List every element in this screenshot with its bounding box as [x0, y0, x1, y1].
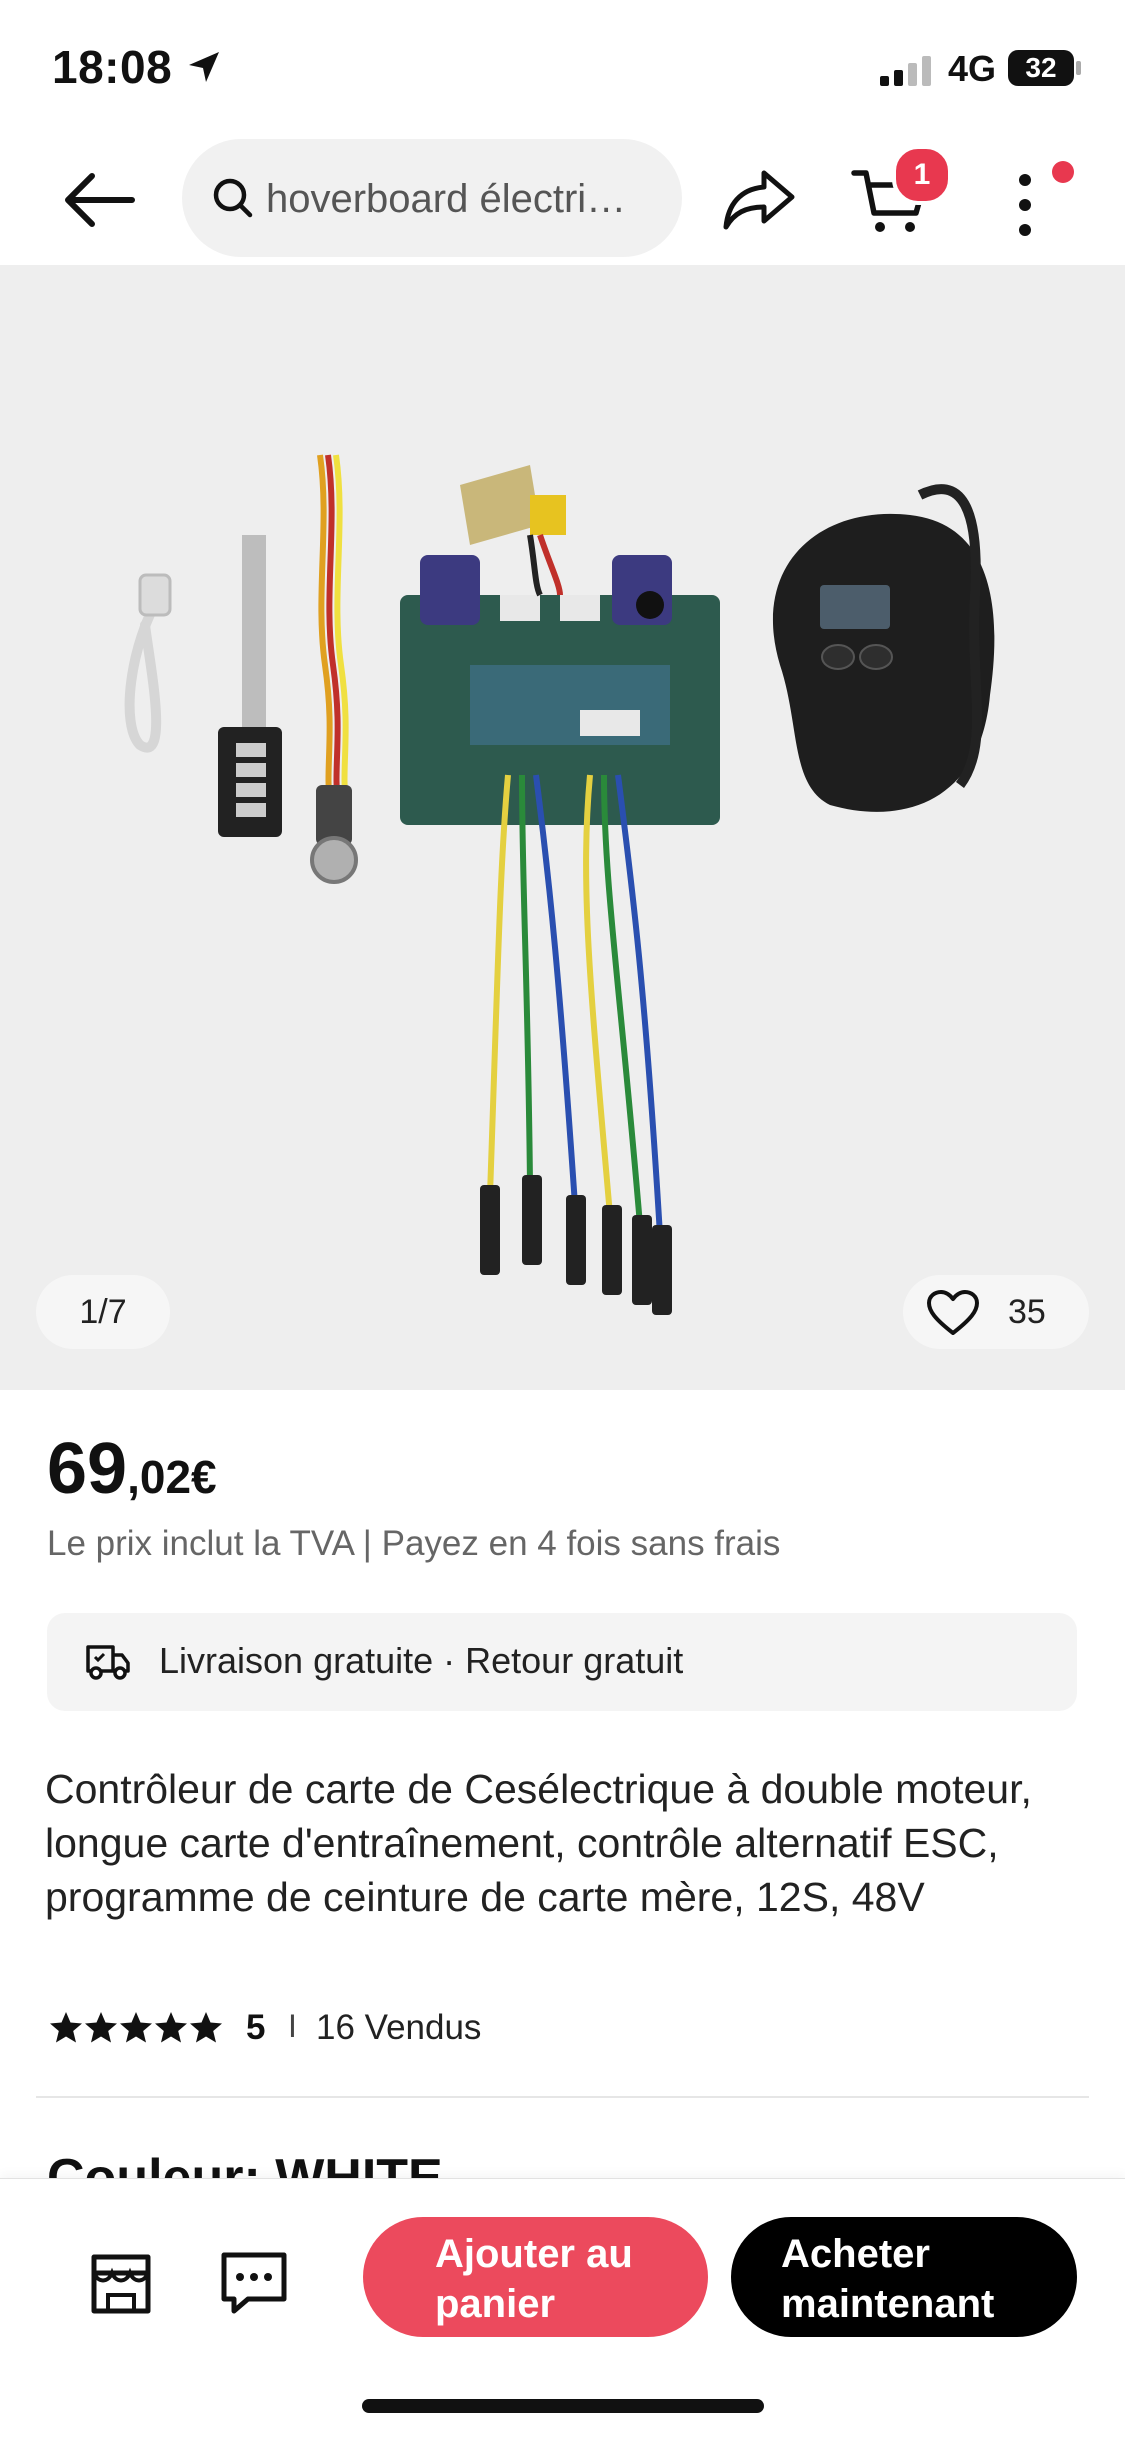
product-image-gallery[interactable]: 1/7 35 [0, 265, 1125, 1390]
status-time: 18:08 [52, 41, 173, 93]
home-indicator [362, 2399, 764, 2413]
search-query: hoverboard électri… [266, 177, 627, 221]
shipping-info[interactable]: Livraison gratuite · Retour gratuit [47, 1613, 1077, 1711]
top-nav: hoverboard électri… 1 [0, 135, 1125, 265]
image-counter: 1/7 [36, 1275, 170, 1349]
truck-icon [86, 1645, 130, 1680]
price-note: Le prix inclut la TVA | Payez en 4 fois … [47, 1524, 781, 1563]
store-icon[interactable] [86, 2249, 156, 2319]
rating-stars-icon [50, 2012, 222, 2043]
sold-count: 16 Vendus [316, 2008, 482, 2047]
product-image [124, 454, 995, 1315]
motor-wires-image [487, 774, 663, 1236]
buy-now-button[interactable]: Acheter maintenant [731, 2217, 1077, 2337]
battery-indicator-image [218, 535, 282, 837]
price-decimal: ,02€ [127, 1451, 217, 1503]
rating-separator: I [288, 2008, 297, 2044]
wishlist-button[interactable]: 35 [903, 1275, 1089, 1349]
wire-connectors-image [480, 1175, 672, 1315]
buy-now-label: Acheter maintenant [781, 2232, 995, 2326]
price-integer: 69 [47, 1429, 128, 1509]
share-icon[interactable] [720, 167, 798, 233]
status-bar: 18:08 4G 32 [0, 0, 1125, 135]
add-to-cart-button[interactable]: Ajouter au panier [363, 2217, 708, 2337]
rating-value: 5 [246, 2008, 266, 2047]
more-options-icon[interactable] [1005, 170, 1045, 240]
price: 69,02€ [47, 1428, 217, 1510]
usb-cable-image [124, 573, 172, 753]
likes-count: 35 [1008, 1293, 1046, 1331]
controller-board-image [400, 465, 720, 825]
heart-icon [927, 1290, 979, 1335]
shipping-text: Livraison gratuite · Retour gratuit [159, 1640, 684, 1681]
chat-icon[interactable] [218, 2247, 290, 2319]
divider [36, 2096, 1089, 2098]
search-icon [213, 178, 253, 218]
power-switch-image [310, 454, 358, 884]
battery-icon: 32 [1008, 50, 1074, 86]
battery-tip [1076, 61, 1081, 75]
search-input[interactable]: hoverboard électri… [182, 139, 682, 257]
product-title: Contrôleur de carte de Cesélectrique à d… [45, 1766, 1032, 1920]
cart-badge: 1 [892, 145, 952, 205]
bottom-action-bar: Ajouter au panier Acheter maintenant [0, 2178, 1125, 2437]
notification-dot [1052, 161, 1074, 183]
signal-icon [880, 56, 931, 86]
remote-control-image [772, 484, 995, 812]
location-arrow-icon [189, 52, 219, 82]
network-type: 4G [948, 48, 997, 89]
add-to-cart-label: Ajouter au panier [435, 2232, 633, 2326]
back-arrow-icon[interactable] [62, 170, 140, 230]
